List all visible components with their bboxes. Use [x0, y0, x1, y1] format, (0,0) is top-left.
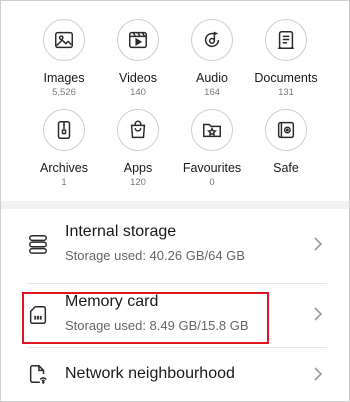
category-videos[interactable]: Videos 140	[98, 19, 178, 98]
videos-icon	[117, 19, 159, 61]
storage-title: Network neighbourhood	[65, 365, 235, 382]
memory-card-icon	[29, 306, 47, 324]
network-icon	[29, 365, 47, 384]
safe-icon	[265, 109, 307, 151]
storage-title: Memory card	[65, 293, 159, 310]
category-count: 131	[278, 87, 294, 98]
category-label: Videos	[119, 71, 157, 85]
category-count: 5,526	[52, 87, 76, 98]
chevron-right-icon	[314, 307, 323, 321]
category-count: 164	[204, 87, 220, 98]
category-label: Audio	[196, 71, 228, 85]
storage-row-network[interactable]: Network neighbourhood	[1, 348, 349, 401]
favourites-icon	[191, 109, 233, 151]
category-label: Images	[43, 71, 85, 85]
category-label: Favourites	[182, 161, 242, 175]
category-grid: Images 5,526 Videos 140 Audio 164 Docume…	[1, 1, 349, 201]
category-safe[interactable]: Safe	[246, 109, 326, 177]
chevron-right-icon	[314, 367, 323, 381]
file-manager-screen: Images 5,526 Videos 140 Audio 164 Docume…	[0, 0, 350, 402]
category-documents[interactable]: Documents 131	[246, 19, 326, 98]
documents-icon	[265, 19, 307, 61]
storage-row-internal[interactable]: Internal storage Storage used: 40.26 GB/…	[1, 209, 349, 283]
internal-storage-icon	[29, 235, 47, 254]
category-label: Archives	[40, 161, 88, 175]
category-images[interactable]: Images 5,526	[24, 19, 104, 98]
chevron-right-icon	[314, 237, 323, 251]
storage-used-text: Storage used: 40.26 GB/64 GB	[65, 248, 245, 263]
category-count: 120	[130, 177, 146, 188]
storage-title: Internal storage	[65, 223, 177, 240]
storage-used-text: Storage used: 8.49 GB/15.8 GB	[65, 318, 249, 333]
category-audio[interactable]: Audio 164	[172, 19, 252, 98]
category-label: Safe	[273, 161, 299, 175]
archives-icon	[43, 109, 85, 151]
category-count: 0	[209, 177, 215, 188]
category-label: Documents	[254, 71, 318, 85]
storage-row-memory-card[interactable]: Memory card Storage used: 8.49 GB/15.8 G…	[1, 284, 349, 346]
category-favourites[interactable]: Favourites 0	[172, 109, 252, 188]
category-count: 140	[130, 87, 146, 98]
images-icon	[43, 19, 85, 61]
section-separator	[1, 201, 349, 209]
category-label: Apps	[123, 161, 153, 175]
apps-icon	[117, 109, 159, 151]
audio-icon	[191, 19, 233, 61]
category-archives[interactable]: Archives 1	[24, 109, 104, 188]
category-count: 1	[61, 177, 67, 188]
category-apps[interactable]: Apps 120	[98, 109, 178, 188]
